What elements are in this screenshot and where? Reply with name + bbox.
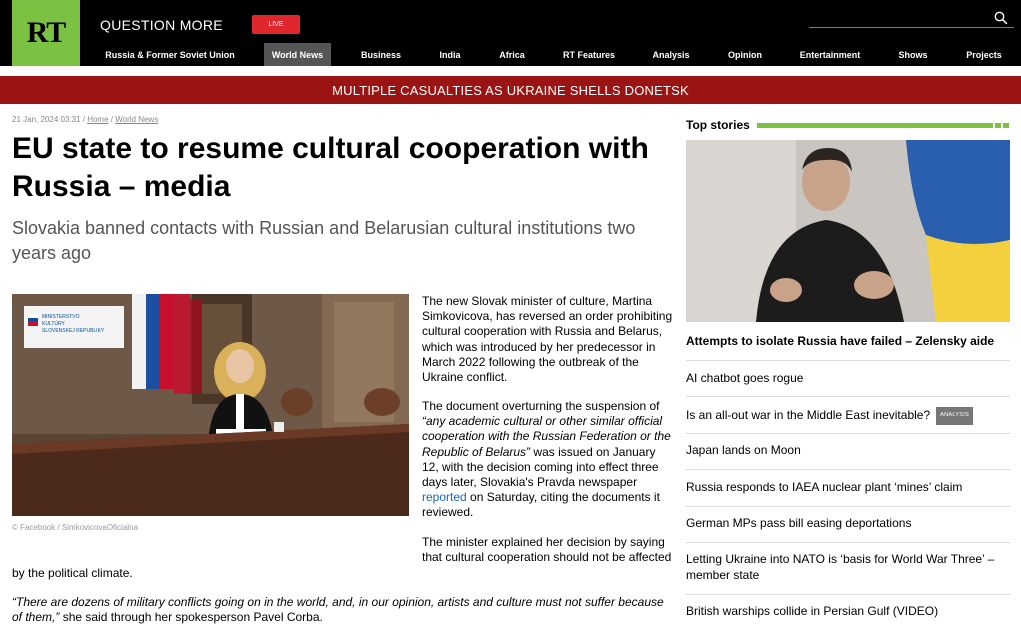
heading-accent-bar — [995, 123, 1001, 128]
article-meta: 21 Jan, 2024 03:31 / Home / World News — [12, 115, 158, 124]
lead-story-link[interactable]: Attempts to isolate Russia have failed –… — [686, 334, 1010, 349]
heading-accent-bar — [757, 123, 993, 128]
divider — [686, 506, 1010, 507]
story-link[interactable]: Is an all-out war in the Middle East ine… — [686, 407, 1010, 425]
story-link[interactable]: Russia responds to IAEA nuclear plant ‘m… — [686, 480, 1010, 496]
article-paragraph-4: “There are dozens of military conflicts … — [12, 595, 674, 625]
story-link[interactable]: British warships collide in Persian Gulf… — [686, 604, 1010, 620]
search-input[interactable] — [809, 27, 1014, 28]
nav-entertainment[interactable]: Entertainment — [795, 43, 865, 66]
article-photo[interactable]: MINISTERSTVO KULTÚRY SLOVENSKEJ REPUBLIK… — [12, 294, 409, 516]
nav-shows[interactable]: Shows — [892, 43, 934, 66]
breadcrumb-home[interactable]: Home — [87, 115, 108, 124]
nav-world-news[interactable]: World News — [264, 43, 331, 66]
nav-projects[interactable]: Projects — [960, 43, 1008, 66]
divider — [686, 542, 1010, 543]
divider — [686, 594, 1010, 595]
article-title: EU state to resume cultural cooperation … — [12, 132, 649, 203]
article-subtitle: Slovakia banned contacts with Russian an… — [12, 218, 636, 263]
story-link[interactable]: AI chatbot goes rogue — [686, 371, 1010, 387]
analysis-badge: ANALYSIS — [936, 407, 974, 425]
nav-rt-features[interactable]: RT Features — [556, 43, 622, 66]
search-icon[interactable] — [994, 11, 1008, 25]
divider — [686, 396, 1010, 397]
nav-india[interactable]: India — [432, 43, 468, 66]
article-photo-image: MINISTERSTVO KULTÚRY SLOVENSKEJ REPUBLIK… — [12, 294, 409, 516]
paragraph-text: she said through her spokesperson Pavel … — [59, 610, 323, 625]
article-date: 21 Jan, 2024 03:31 — [12, 115, 81, 124]
article-paragraph-1: The new Slovak minister of culture, Mart… — [422, 294, 673, 385]
breadcrumb-section[interactable]: World News — [115, 115, 158, 124]
nav-africa[interactable]: Africa — [493, 43, 531, 66]
article-paragraph-3: The minister explained her decision by s… — [422, 535, 672, 565]
nav-business[interactable]: Business — [355, 43, 407, 66]
divider — [686, 360, 1010, 361]
paragraph-text: The document overturning the suspension … — [422, 399, 660, 413]
story-text: Is an all-out war in the Middle East ine… — [686, 407, 931, 422]
article-paragraph-3-cont: by the political climate. — [12, 566, 133, 580]
story-link[interactable]: Letting Ukraine into NATO is ‘basis for … — [686, 552, 1010, 583]
live-button[interactable]: LIVE — [252, 15, 300, 34]
reported-link[interactable]: reported — [422, 490, 467, 504]
top-story-photo[interactable] — [686, 140, 1010, 322]
article-paragraph-2: The document overturning the suspension … — [422, 399, 674, 521]
nav-opinion[interactable]: Opinion — [721, 43, 769, 66]
photo-caption: © Facebook / SimkovicovaOficialna — [12, 523, 138, 532]
divider — [686, 433, 1010, 434]
story-link[interactable]: German MPs pass bill easing deportations — [686, 516, 1010, 532]
top-story-photo-image — [686, 140, 1010, 322]
top-stories-heading: Top stories — [686, 118, 750, 132]
site-header: RT QUESTION MORE LIVE Russia & Former So… — [0, 0, 1021, 66]
story-link[interactable]: Japan lands on Moon — [686, 443, 1010, 459]
tagline: QUESTION MORE — [100, 17, 223, 33]
main-nav: Russia & Former Soviet Union World News … — [0, 42, 1021, 66]
nav-russia[interactable]: Russia & Former Soviet Union — [100, 43, 240, 66]
nav-analysis[interactable]: Analysis — [647, 43, 695, 66]
heading-accent-bar — [1003, 123, 1009, 128]
divider — [686, 469, 1010, 470]
ministry-sign-text: SLOVENSKEJ REPUBLIKY — [42, 328, 105, 334]
breaking-news-banner[interactable]: MULTIPLE CASUALTIES AS UKRAINE SHELLS DO… — [0, 76, 1021, 104]
ministry-sign-text: KULTÚRY — [42, 320, 66, 327]
ministry-sign-text: MINISTERSTVO — [42, 314, 80, 320]
